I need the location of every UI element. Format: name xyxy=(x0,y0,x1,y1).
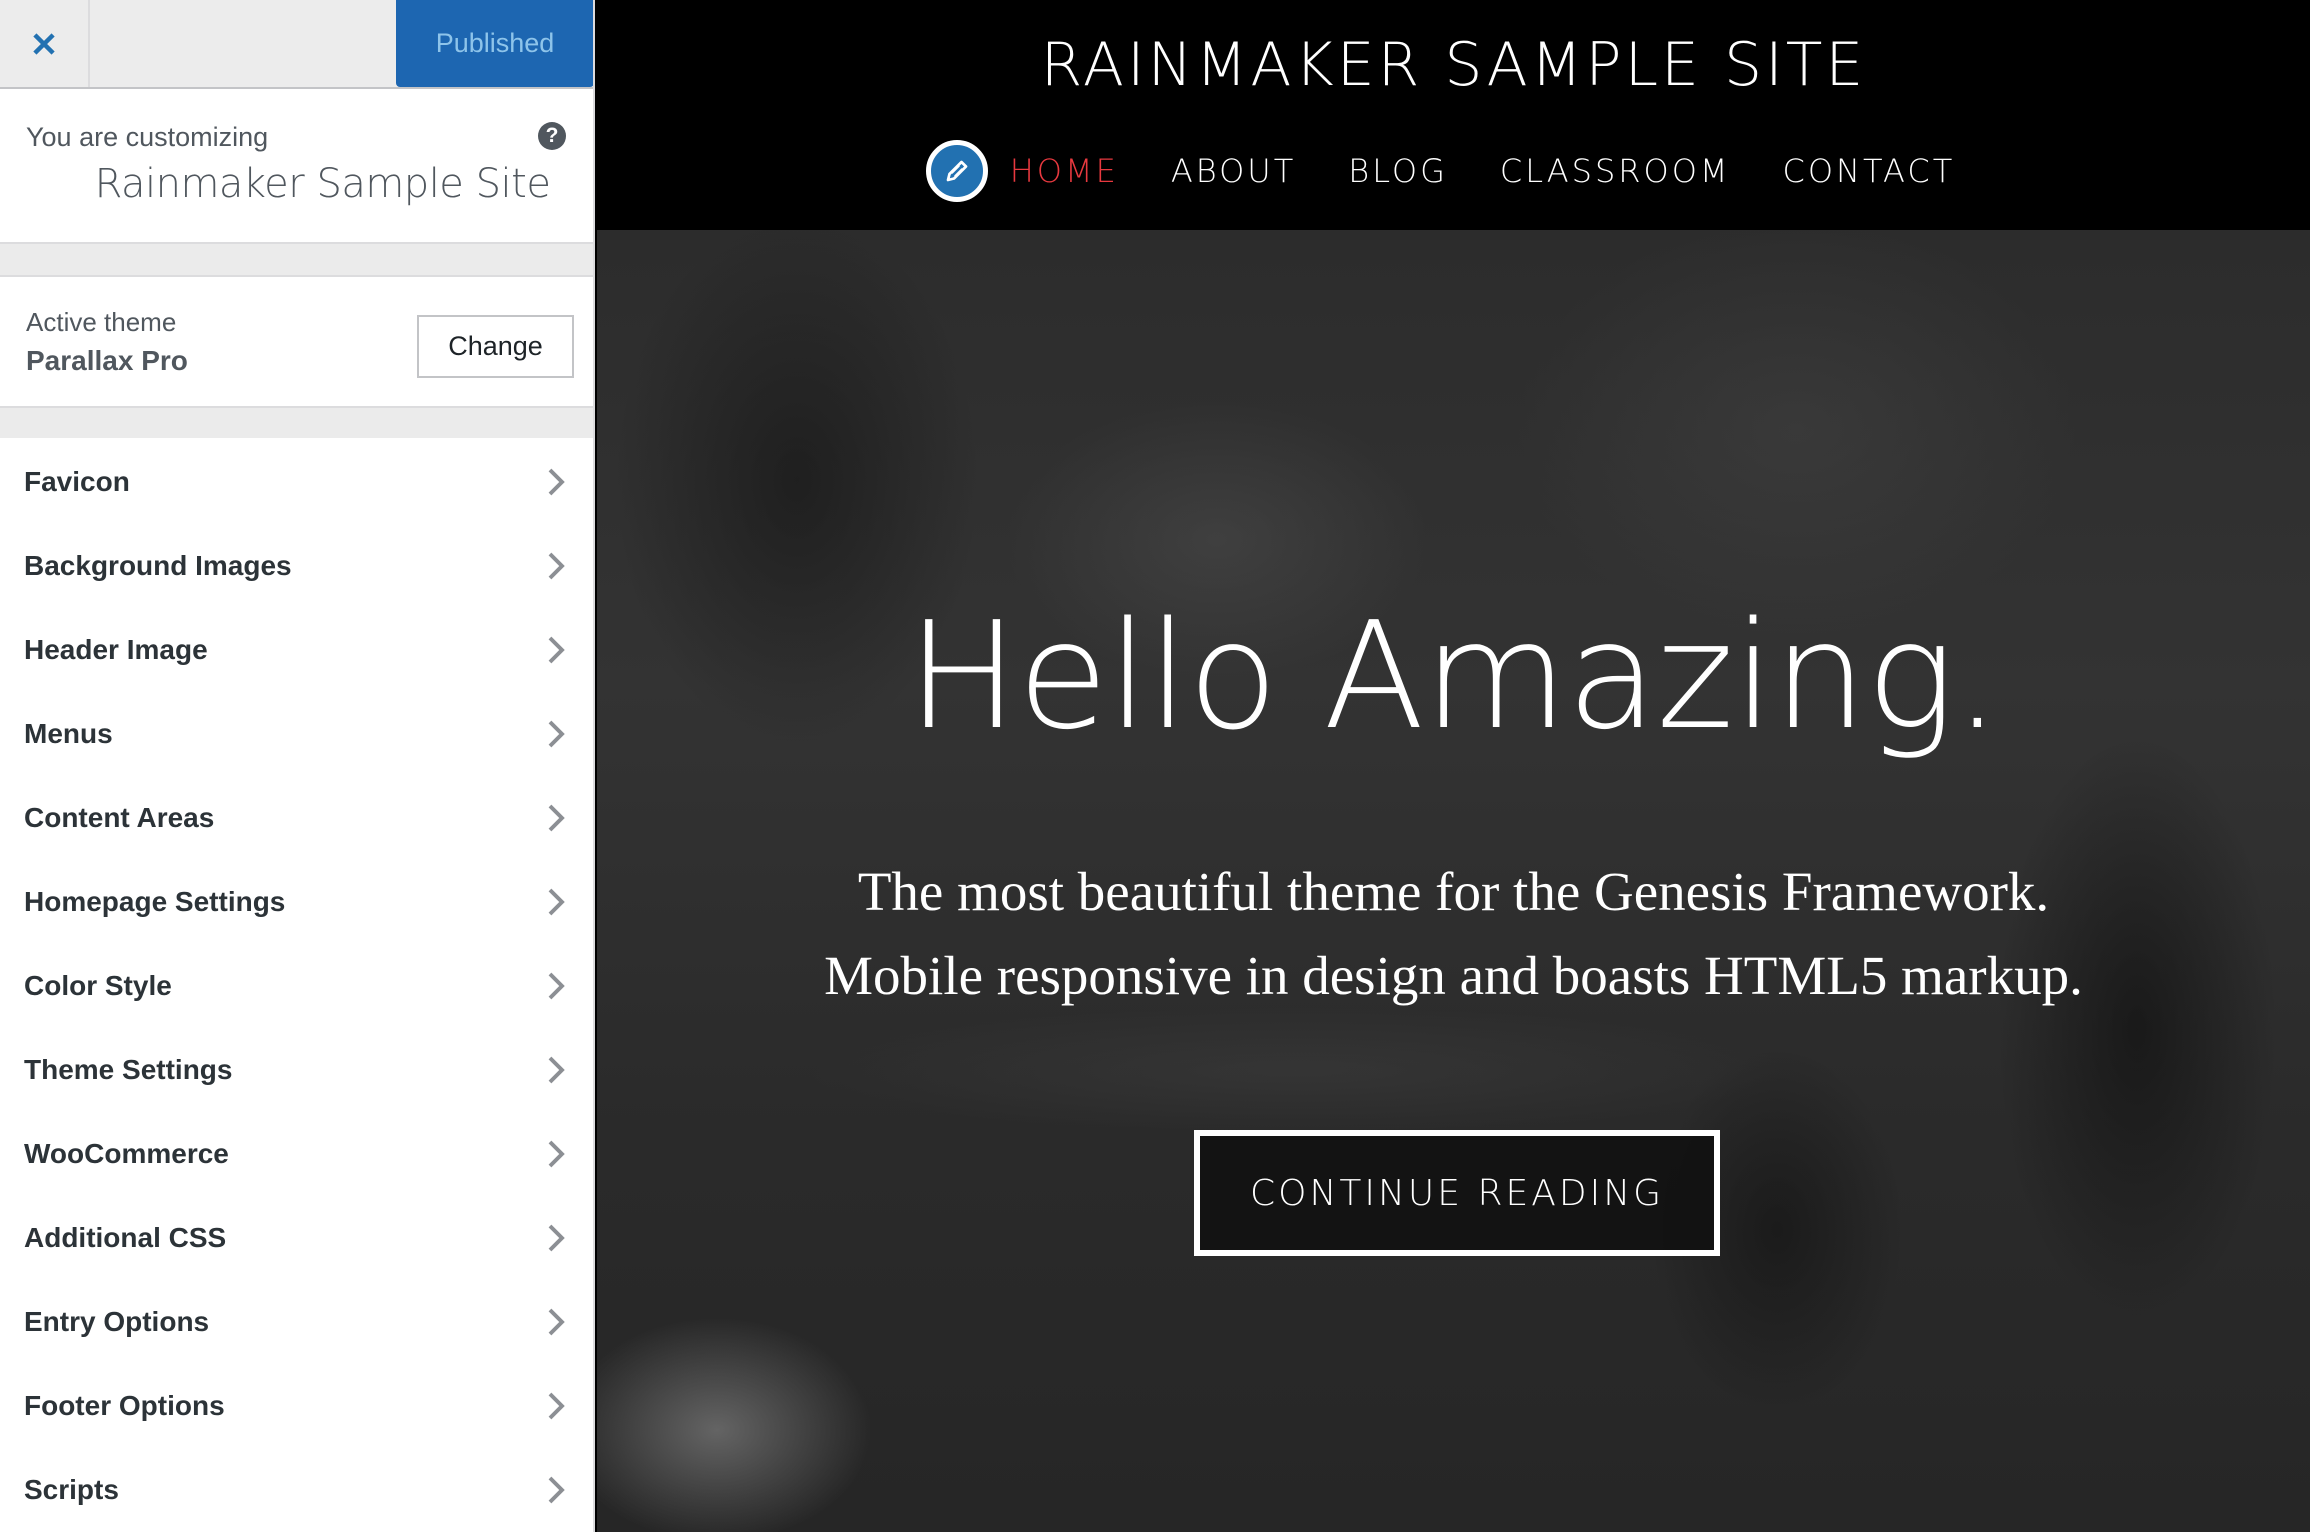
primary-nav: HOME ABOUT BLOG CLASSROOM CONTACT xyxy=(597,140,2310,202)
nav-item-classroom[interactable]: CLASSROOM xyxy=(1500,152,1731,190)
section-label: Header Image xyxy=(24,634,208,665)
active-theme-panel: Active theme Parallax Pro Change xyxy=(0,277,593,408)
chevron-right-icon xyxy=(548,1392,565,1420)
active-theme-label: Active theme xyxy=(26,307,177,337)
chevron-right-icon xyxy=(548,1308,565,1336)
chevron-right-icon xyxy=(548,1476,565,1504)
section-label: WooCommerce xyxy=(24,1138,229,1169)
continue-reading-button[interactable]: CONTINUE READING xyxy=(1194,1130,1720,1256)
section-woocommerce[interactable]: WooCommerce xyxy=(0,1112,593,1196)
chevron-right-icon xyxy=(548,468,565,496)
section-label: Footer Options xyxy=(24,1390,225,1421)
chevron-right-icon xyxy=(548,804,565,832)
active-theme-name: Parallax Pro xyxy=(26,345,188,376)
section-background-images[interactable]: Background Images xyxy=(0,524,593,608)
edit-menu-shortcut[interactable] xyxy=(925,140,988,202)
site-title-link[interactable]: RAINMAKER SAMPLE SITE xyxy=(597,30,2310,100)
chevron-right-icon xyxy=(548,1140,565,1168)
section-label: Theme Settings xyxy=(24,1054,233,1085)
section-scripts[interactable]: Scripts xyxy=(0,1448,593,1532)
customizer-sidebar: Published You are customizing Rainmaker … xyxy=(0,0,595,1532)
section-additional-css[interactable]: Additional CSS xyxy=(0,1196,593,1280)
chevron-right-icon xyxy=(548,636,565,664)
customizer-info: You are customizing Rainmaker Sample Sit… xyxy=(0,89,593,244)
section-label: Scripts xyxy=(24,1474,119,1505)
close-icon xyxy=(33,32,55,55)
section-color-style[interactable]: Color Style xyxy=(0,944,593,1028)
section-entry-options[interactable]: Entry Options xyxy=(0,1280,593,1364)
hero-subtitle-line-1: The most beautiful theme for the Genesis… xyxy=(857,861,2050,922)
pencil-icon xyxy=(946,160,968,182)
customizer-header: Published xyxy=(0,0,593,89)
chevron-right-icon xyxy=(548,1056,565,1084)
section-header-image[interactable]: Header Image xyxy=(0,608,593,692)
nav-item-about[interactable]: ABOUT xyxy=(1171,152,1296,190)
published-button[interactable]: Published xyxy=(396,0,593,87)
section-footer-options[interactable]: Footer Options xyxy=(0,1364,593,1448)
section-label: Favicon xyxy=(24,466,130,497)
nav-item-home[interactable]: HOME xyxy=(1010,152,1119,190)
hero-subtitle: The most beautiful theme for the Genesis… xyxy=(597,850,2310,1018)
nav-item-blog[interactable]: BLOG xyxy=(1348,152,1448,190)
section-favicon[interactable]: Favicon xyxy=(0,440,593,524)
section-divider xyxy=(0,408,593,438)
close-customizer-button[interactable] xyxy=(0,0,90,87)
chevron-right-icon xyxy=(548,720,565,748)
section-theme-settings[interactable]: Theme Settings xyxy=(0,1028,593,1112)
section-menus[interactable]: Menus xyxy=(0,692,593,776)
site-header: RAINMAKER SAMPLE SITE HOME ABOUT BLOG CLASS… xyxy=(597,0,2310,230)
change-theme-button[interactable]: Change xyxy=(417,315,574,378)
hero-title: Hello Amazing. xyxy=(907,590,2001,762)
section-content-areas[interactable]: Content Areas xyxy=(0,776,593,860)
section-label: Menus xyxy=(24,718,113,749)
nav-item-contact[interactable]: CONTACT xyxy=(1783,152,1956,190)
hero-subtitle-line-2: Mobile responsive in design and boasts H… xyxy=(824,945,2083,1006)
chevron-right-icon xyxy=(548,552,565,580)
section-label: Content Areas xyxy=(24,802,215,833)
section-label: Additional CSS xyxy=(24,1222,227,1253)
chevron-right-icon xyxy=(548,1224,565,1252)
chevron-right-icon xyxy=(548,888,565,916)
section-label: Color Style xyxy=(24,970,172,1001)
site-preview: RAINMAKER SAMPLE SITE HOME ABOUT BLOG CLASS… xyxy=(597,0,2310,1532)
hero-section: Hello Amazing. The most beautiful theme … xyxy=(597,230,2310,1532)
customizer-sections: Favicon Background Images Header Image Menu… xyxy=(0,440,593,1532)
chevron-right-icon xyxy=(548,972,565,1000)
customizing-site-title: Rainmaker Sample Site xyxy=(94,161,551,207)
section-label: Entry Options xyxy=(24,1306,210,1337)
help-icon[interactable]: ? xyxy=(538,122,566,150)
section-homepage-settings[interactable]: Homepage Settings xyxy=(0,860,593,944)
section-label: Homepage Settings xyxy=(24,886,286,917)
section-label: Background Images xyxy=(24,550,292,581)
section-divider xyxy=(0,244,593,277)
customizing-label: You are customizing xyxy=(26,122,269,152)
